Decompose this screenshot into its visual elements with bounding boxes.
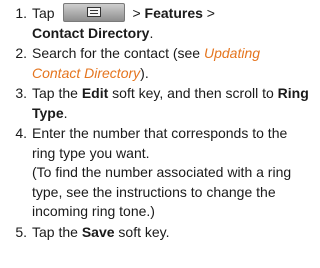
step-text: Tap the Save soft key. [32, 223, 170, 240]
step-number: 5. [15, 223, 27, 240]
step-number: 3. [15, 85, 27, 101]
step-4: 4. Enter the number that corresponds to … [3, 124, 309, 222]
step-text: Tap > Features > Contact Directory. [32, 3, 215, 41]
menu-key-icon [62, 3, 125, 23]
edit-label: Edit [81, 85, 109, 101]
step-number: 4. [15, 125, 27, 141]
step-5: 5. Tap the Save soft key. [3, 223, 309, 243]
step-note: (To find the number associated with a ri… [32, 164, 292, 219]
step-3: 3. Tap the Edit soft key, and then scrol… [3, 84, 309, 123]
step-1: 1. Tap > Features > Contact Directory. [3, 3, 309, 43]
step-number: 2. [15, 45, 27, 61]
step-number: 1. [15, 5, 27, 21]
contact-directory-label: Contact Directory [32, 24, 150, 41]
step-text: Search for the contact (see Updating Con… [32, 45, 261, 81]
step-text: Enter the number that corresponds to the… [32, 125, 292, 219]
save-label: Save [81, 223, 115, 240]
step-text: Tap the Edit soft key, and then scroll t… [32, 85, 309, 121]
features-label: Features [144, 5, 203, 21]
step-2: 2. Search for the contact (see Updating … [3, 44, 309, 83]
instruction-steps: 1. Tap > Features > Contact Directory. 2.… [0, 0, 313, 242]
